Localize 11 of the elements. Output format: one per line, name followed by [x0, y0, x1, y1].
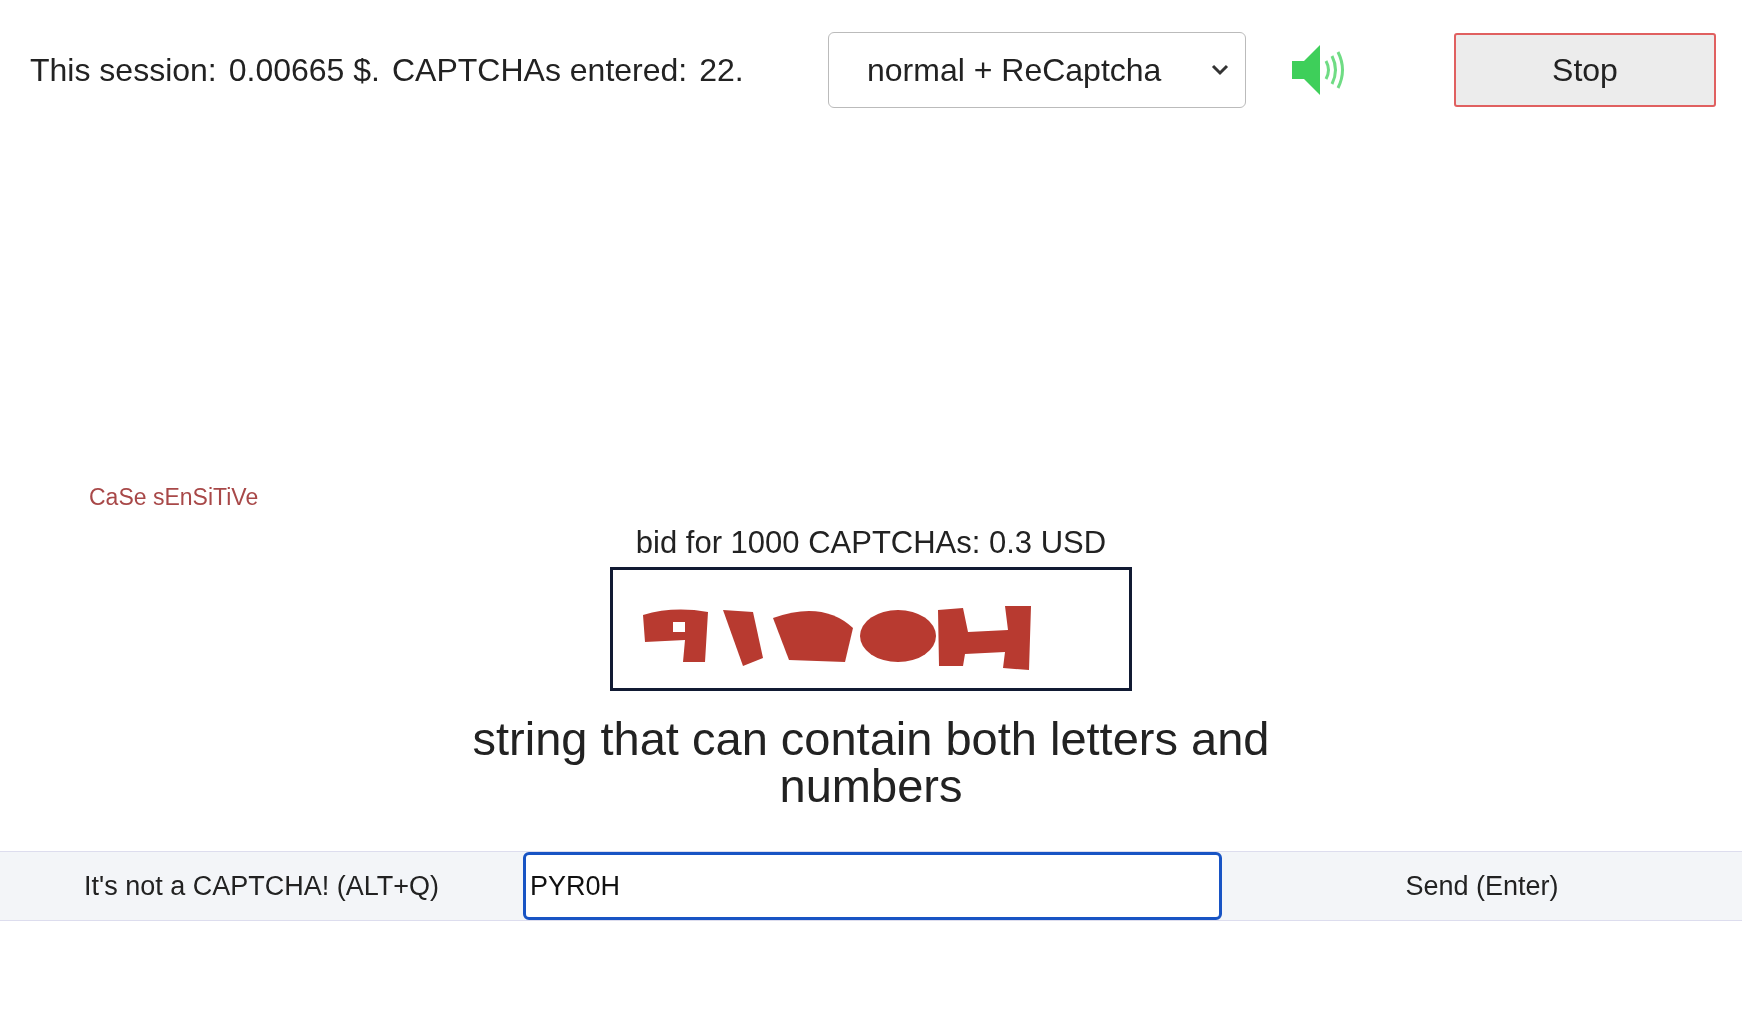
- chevron-icon: [1211, 64, 1229, 76]
- bid-text: bid for 1000 CAPTCHAs: 0.3 USD: [635, 525, 1107, 561]
- answer-field[interactable]: PYR0H: [523, 852, 1222, 920]
- stop-button[interactable]: Stop: [1454, 33, 1716, 107]
- entered-label: CAPTCHAs entered:: [392, 51, 688, 89]
- entered-count: 22.: [699, 51, 744, 89]
- session-label: This session:: [30, 51, 217, 89]
- instruction-text: string that can contain both letters and numbers: [471, 715, 1271, 809]
- case-hint: CaSe sEnSiTiVe: [89, 484, 260, 511]
- mode-select[interactable]: normal + ReCaptcha: [828, 32, 1246, 108]
- session-amount: 0.00665 $.: [228, 51, 380, 89]
